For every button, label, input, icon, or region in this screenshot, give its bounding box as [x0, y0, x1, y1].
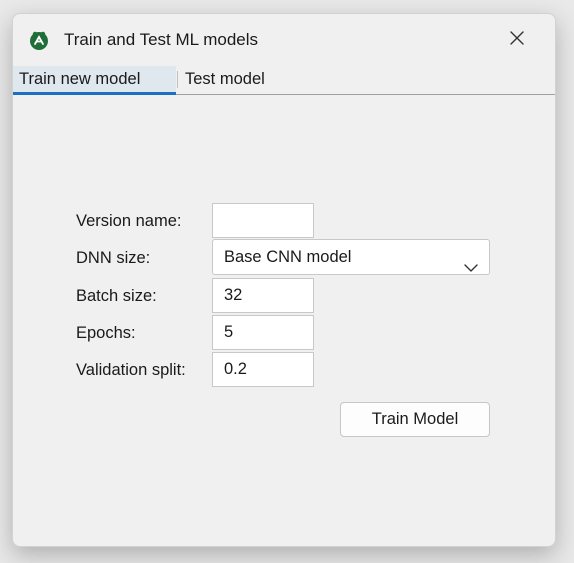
app-window: Train and Test ML models Train new model… — [12, 13, 556, 547]
batch-size-input[interactable]: 32 — [212, 278, 314, 313]
tab-divider — [177, 71, 178, 88]
validation-split-input[interactable]: 0.2 — [212, 352, 314, 387]
tab-bar: Train new model Test model — [13, 66, 555, 95]
tab-test-model[interactable]: Test model — [179, 66, 285, 93]
version-name-input[interactable] — [212, 203, 314, 238]
app-logo-icon — [28, 29, 50, 51]
epochs-label: Epochs: — [76, 324, 136, 342]
validation-split-label: Validation split: — [76, 361, 186, 379]
tab-train-new-model[interactable]: Train new model — [13, 66, 176, 95]
dnn-size-selected-value: Base CNN model — [224, 248, 352, 266]
title-bar[interactable]: Train and Test ML models — [13, 14, 555, 66]
dnn-size-label: DNN size: — [76, 249, 151, 267]
epochs-input[interactable]: 5 — [212, 315, 314, 350]
close-icon — [509, 30, 525, 51]
chevron-down-icon — [464, 251, 478, 272]
train-model-button[interactable]: Train Model — [340, 402, 490, 437]
batch-size-label: Batch size: — [76, 287, 157, 305]
dnn-size-select[interactable]: Base CNN model — [212, 239, 490, 275]
close-button[interactable] — [501, 24, 533, 56]
window-title: Train and Test ML models — [64, 30, 259, 49]
version-name-label: Version name: — [76, 212, 182, 230]
